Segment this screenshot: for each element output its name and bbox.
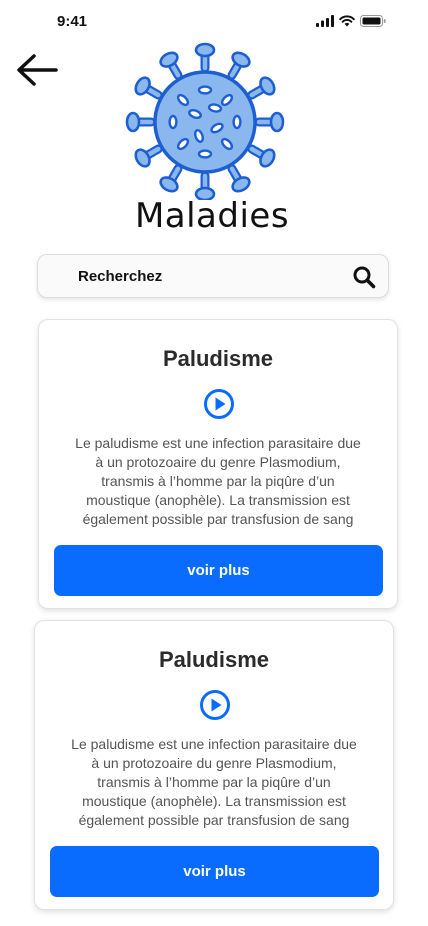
voir-plus-button[interactable]: voir plus <box>50 846 379 897</box>
description-line: Le paludisme est une infection parasitai… <box>75 435 361 451</box>
play-circle-icon[interactable] <box>203 388 235 420</box>
page-title: Maladies <box>134 196 290 236</box>
virus-icon <box>125 42 285 200</box>
description-line: Le paludisme est une infection parasitai… <box>71 736 357 752</box>
description-line: à un protozoaire du genre Plasmodium, <box>91 755 337 771</box>
play-circle-icon[interactable] <box>199 689 231 721</box>
card-description: Le paludisme est une infection parasitai… <box>53 434 383 529</box>
description-line: transmis à l’homme par la piqûre d’un <box>97 774 331 790</box>
signal-icon <box>316 15 334 27</box>
description-line: également possible par transfusion de sa… <box>78 812 350 828</box>
battery-icon <box>360 15 386 27</box>
wifi-icon <box>339 15 355 27</box>
back-arrow-icon <box>17 54 58 86</box>
status-icons <box>316 15 386 27</box>
search-icon[interactable] <box>352 265 376 289</box>
card-description: Le paludisme est une infection parasitai… <box>49 735 379 830</box>
description-line: à un protozoaire du genre Plasmodium, <box>95 454 341 470</box>
status-time: 9:41 <box>57 13 88 30</box>
description-line: transmis à l’homme par la piqûre d’un <box>101 473 335 489</box>
back-button[interactable] <box>14 52 60 88</box>
search-input[interactable] <box>78 255 328 297</box>
card-title: Paludisme <box>158 647 270 672</box>
disease-card: Paludisme Le paludisme est une infection… <box>34 620 394 910</box>
voir-plus-button[interactable]: voir plus <box>54 545 383 596</box>
description-line: moustique (anophèle). La transmission es… <box>82 793 346 809</box>
disease-card: Paludisme Le paludisme est une infection… <box>38 319 398 609</box>
search-bar[interactable] <box>37 254 389 298</box>
card-title: Paludisme <box>162 346 274 371</box>
description-line: également possible par transfusion de sa… <box>82 511 354 527</box>
status-bar: 9:41 <box>0 0 428 44</box>
description-line: moustique (anophèle). La transmission es… <box>86 492 350 508</box>
